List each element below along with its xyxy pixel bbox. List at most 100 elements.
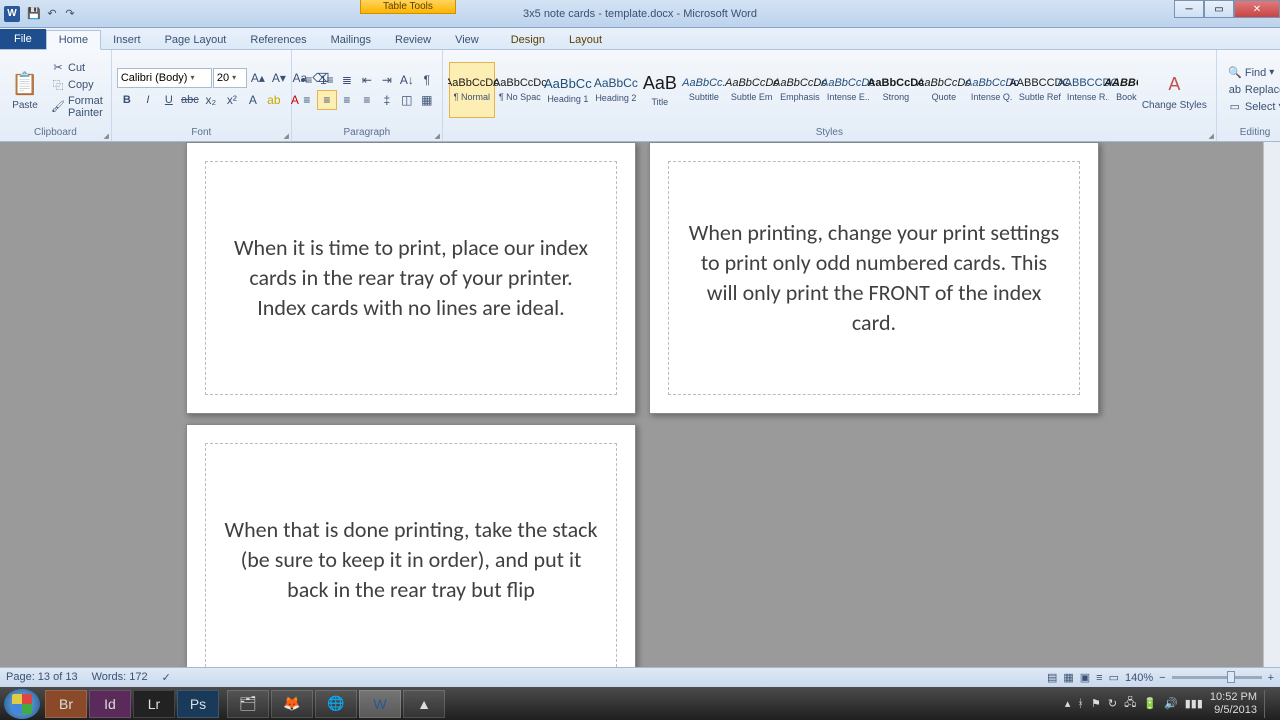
- numbering-button[interactable]: 1≡: [317, 70, 337, 90]
- style-subtitle[interactable]: AaBbCc.Subtitle: [681, 62, 727, 118]
- increase-indent-button[interactable]: ⇥: [377, 70, 397, 90]
- tray-up-icon[interactable]: ▴: [1065, 697, 1071, 710]
- maximize-button[interactable]: ▭: [1204, 0, 1234, 18]
- grow-font-button[interactable]: A▴: [248, 68, 268, 88]
- style---no-spaci---[interactable]: AaBbCcDc¶ No Spaci...: [497, 62, 543, 118]
- styles-gallery[interactable]: AaBbCcDc¶ NormalAaBbCcDc¶ No Spaci...AaB…: [448, 61, 1138, 119]
- index-card-3[interactable]: When that is done printing, take the sta…: [186, 424, 636, 667]
- format-painter-button[interactable]: 🖌Format Painter: [48, 94, 106, 120]
- proofing-icon[interactable]: ✓: [162, 671, 171, 684]
- style-book-title[interactable]: AABBCCDCBook Title: [1113, 62, 1138, 118]
- italic-button[interactable]: I: [138, 90, 158, 110]
- view-fullscreen-icon[interactable]: ▦: [1063, 671, 1073, 684]
- paste-button[interactable]: 📋 Paste: [5, 66, 45, 113]
- taskbar-app-explorer[interactable]: 🗂: [227, 690, 269, 718]
- view-web-icon[interactable]: ▣: [1080, 671, 1090, 684]
- tab-review[interactable]: Review: [383, 31, 443, 49]
- zoom-level[interactable]: 140%: [1125, 672, 1153, 684]
- tray-battery-icon[interactable]: 🔋: [1143, 697, 1157, 710]
- font-size-combo[interactable]: 20▾: [213, 68, 247, 88]
- card-text[interactable]: When printing, change your print setting…: [687, 218, 1061, 339]
- save-icon[interactable]: 💾: [26, 6, 42, 22]
- view-print-layout-icon[interactable]: ▤: [1047, 671, 1057, 684]
- style-intense-e---[interactable]: AaBbCcDcIntense E...: [825, 62, 871, 118]
- show-desktop-button[interactable]: [1264, 690, 1272, 718]
- card-text[interactable]: When that is done printing, take the sta…: [224, 515, 598, 605]
- borders-button[interactable]: ▦: [417, 90, 437, 110]
- bold-button[interactable]: B: [117, 90, 137, 110]
- taskbar-app-lightroom[interactable]: Lr: [133, 690, 175, 718]
- align-center-button[interactable]: ≡: [317, 90, 337, 110]
- select-button[interactable]: ▭Select ▾: [1225, 99, 1280, 115]
- close-button[interactable]: ✕: [1234, 0, 1280, 18]
- style-intense-q---[interactable]: AaBbCcDcIntense Q...: [969, 62, 1015, 118]
- tab-page-layout[interactable]: Page Layout: [153, 31, 239, 49]
- align-left-button[interactable]: ≡: [297, 90, 317, 110]
- minimize-button[interactable]: ─: [1174, 0, 1204, 18]
- style-strong[interactable]: AaBbCcDcStrong: [873, 62, 919, 118]
- dialog-launcher-icon[interactable]: ◢: [1208, 132, 1213, 140]
- shading-button[interactable]: ◫: [397, 90, 417, 110]
- tab-layout[interactable]: Layout: [557, 31, 614, 49]
- index-card-2[interactable]: When printing, change your print setting…: [649, 142, 1099, 414]
- multilevel-button[interactable]: ≣: [337, 70, 357, 90]
- decrease-indent-button[interactable]: ⇤: [357, 70, 377, 90]
- subscript-button[interactable]: x₂: [201, 90, 221, 110]
- underline-button[interactable]: U: [159, 90, 179, 110]
- bullets-button[interactable]: •≡: [297, 70, 317, 90]
- change-styles-button[interactable]: A Change Styles: [1138, 67, 1211, 113]
- tray-flag-icon[interactable]: ⚑: [1091, 697, 1101, 710]
- taskbar-app-firefox[interactable]: 🦊: [271, 690, 313, 718]
- dialog-launcher-icon[interactable]: ◢: [103, 132, 108, 140]
- highlight-button[interactable]: ab: [264, 90, 284, 110]
- tab-mailings[interactable]: Mailings: [319, 31, 383, 49]
- tab-insert[interactable]: Insert: [101, 31, 153, 49]
- show-marks-button[interactable]: ¶: [417, 70, 437, 90]
- replace-button[interactable]: abReplace: [1225, 82, 1280, 98]
- strikethrough-button[interactable]: abc: [180, 90, 200, 110]
- font-name-combo[interactable]: Calibri (Body)▾: [117, 68, 212, 88]
- tab-view[interactable]: View: [443, 31, 491, 49]
- dialog-launcher-icon[interactable]: ◢: [434, 132, 439, 140]
- style-subtle-em---[interactable]: AaBbCcDcSubtle Em...: [729, 62, 775, 118]
- document-area[interactable]: When it is time to print, place our inde…: [0, 142, 1280, 667]
- tab-design[interactable]: Design: [499, 31, 557, 49]
- style-heading-2[interactable]: AaBbCcHeading 2: [593, 62, 639, 118]
- style-emphasis[interactable]: AaBbCcDcEmphasis: [777, 62, 823, 118]
- tray-bluetooth-icon[interactable]: ᚼ: [1077, 698, 1084, 710]
- dialog-launcher-icon[interactable]: ◢: [283, 132, 288, 140]
- style-title[interactable]: AaBTitle: [641, 62, 679, 118]
- tab-home[interactable]: Home: [46, 30, 101, 50]
- style-heading-1[interactable]: AaBbCcHeading 1: [545, 62, 591, 118]
- view-draft-icon[interactable]: ▭: [1109, 671, 1119, 684]
- taskbar-app-photoshop[interactable]: Ps: [177, 690, 219, 718]
- tray-sync-icon[interactable]: ↻: [1108, 697, 1117, 710]
- tray-wifi-icon[interactable]: ▮▮▮: [1185, 697, 1203, 710]
- line-spacing-button[interactable]: ‡: [377, 90, 397, 110]
- zoom-out-button[interactable]: −: [1159, 672, 1165, 684]
- align-right-button[interactable]: ≡: [337, 90, 357, 110]
- tab-file[interactable]: File: [0, 29, 46, 49]
- sort-button[interactable]: A↓: [397, 70, 417, 90]
- taskbar-app-chrome[interactable]: 🌐: [315, 690, 357, 718]
- cut-button[interactable]: ✂Cut: [48, 60, 106, 76]
- page-indicator[interactable]: Page: 13 of 13: [6, 671, 78, 684]
- zoom-slider[interactable]: [1172, 676, 1262, 679]
- tray-clock[interactable]: 10:52 PM9/5/2013: [1210, 691, 1257, 715]
- vertical-scrollbar[interactable]: [1263, 142, 1280, 667]
- redo-icon[interactable]: ↷: [62, 6, 78, 22]
- taskbar-app-word[interactable]: W: [359, 690, 401, 718]
- taskbar-app-vlc[interactable]: ▲: [403, 690, 445, 718]
- justify-button[interactable]: ≡: [357, 90, 377, 110]
- style---normal[interactable]: AaBbCcDc¶ Normal: [449, 62, 495, 118]
- style-subtle-ref---[interactable]: AABBCCDCSubtle Ref...: [1017, 62, 1063, 118]
- zoom-in-button[interactable]: +: [1268, 672, 1274, 684]
- index-card-1[interactable]: When it is time to print, place our inde…: [186, 142, 636, 414]
- tab-references[interactable]: References: [238, 31, 318, 49]
- find-button[interactable]: 🔍Find ▾: [1225, 65, 1280, 81]
- word-count[interactable]: Words: 172: [92, 671, 148, 684]
- undo-icon[interactable]: ↶: [44, 6, 60, 22]
- taskbar-app-bridge[interactable]: Br: [45, 690, 87, 718]
- view-outline-icon[interactable]: ≡: [1096, 672, 1102, 684]
- text-effects-button[interactable]: A: [243, 90, 263, 110]
